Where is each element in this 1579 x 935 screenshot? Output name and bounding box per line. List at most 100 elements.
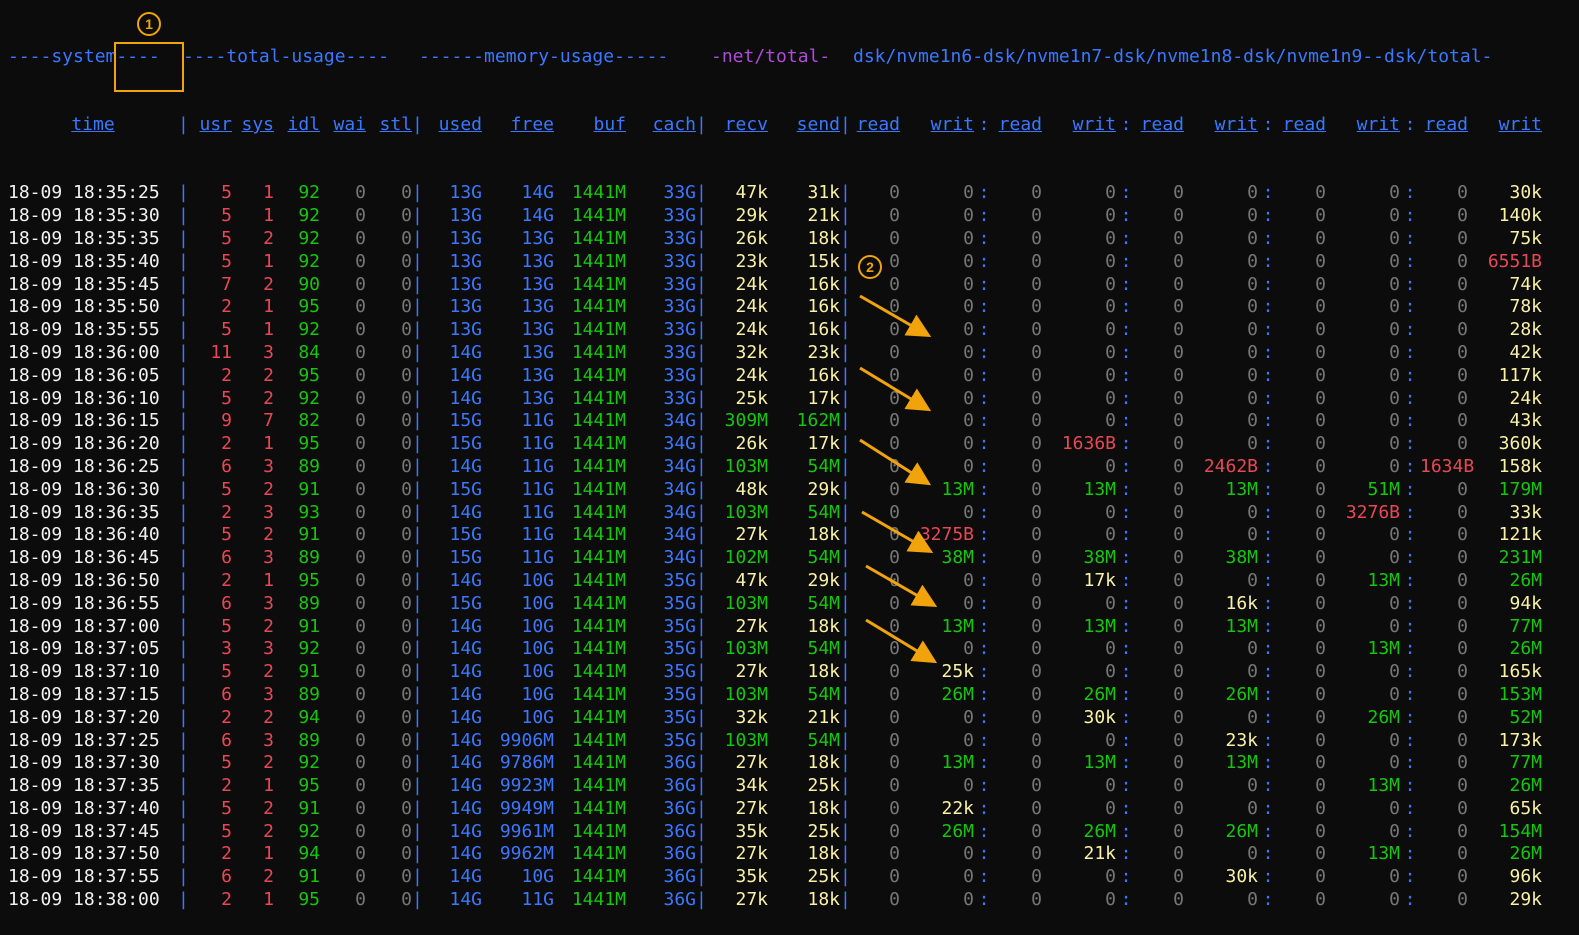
- table-row: 18-09 18:37:40 | 5 2 91 0 0 | 14G 9949M 1441M 36G | 2…: [8, 798, 1542, 821]
- disk-writ-cell: 0: [1389, 797, 1400, 819]
- disk-read-cell: 0: [889, 820, 900, 842]
- disk-read-cell: 0: [1315, 843, 1326, 865]
- column-divider: :: [1404, 866, 1416, 888]
- idl-cell: 95: [298, 775, 320, 797]
- disk-read-cell: 0: [1315, 866, 1326, 888]
- disk-writ-cell: 0: [1247, 797, 1258, 819]
- usr-cell: 2: [221, 843, 232, 865]
- used-cell: 14G: [449, 797, 482, 819]
- column-divider: |: [696, 889, 707, 911]
- column-divider: :: [1262, 866, 1274, 888]
- cach-cell: 36G: [663, 775, 696, 797]
- recv-cell: 27k: [735, 843, 768, 865]
- disk-writ-cell: 65k: [1509, 797, 1542, 819]
- disk-writ-cell: 13M: [1367, 775, 1400, 797]
- recv-cell: 27k: [735, 889, 768, 911]
- disk-writ-cell: 30k: [1225, 866, 1258, 888]
- annotation-arrow: [859, 366, 932, 412]
- wai-cell: 0: [355, 797, 366, 819]
- column-divider: |: [412, 889, 423, 911]
- sys-cell: 1: [263, 843, 274, 865]
- column-divider: |: [412, 775, 423, 797]
- column-divider: :: [1120, 843, 1132, 865]
- buf-cell: 1441M: [571, 797, 626, 819]
- disk-read-cell: 0: [1457, 889, 1468, 911]
- buf-cell: 1441M: [571, 775, 626, 797]
- disk-writ-cell: 0: [1247, 889, 1258, 911]
- timestamp-cell: 18-09 18:37:50: [8, 843, 160, 865]
- disk-read-cell: 0: [889, 866, 900, 888]
- send-cell: 18k: [807, 797, 840, 819]
- free-cell: 9923M: [499, 775, 554, 797]
- column-divider: :: [1404, 775, 1416, 797]
- disk-writ-cell: 26M: [1509, 775, 1542, 797]
- recv-cell: 34k: [735, 775, 768, 797]
- timestamp-cell: 18-09 18:37:55: [8, 866, 160, 888]
- sys-cell: 2: [263, 820, 274, 842]
- disk-writ-cell: 22k: [941, 797, 974, 819]
- recv-cell: 35k: [735, 866, 768, 888]
- disk-read-cell: 0: [1031, 889, 1042, 911]
- timestamp-cell: 18-09 18:37:40: [8, 797, 160, 819]
- disk-read-cell: 0: [1315, 820, 1326, 842]
- annotation-arrow: [865, 618, 938, 664]
- used-cell: 14G: [449, 889, 482, 911]
- timestamp-cell: 18-09 18:37:35: [8, 775, 160, 797]
- disk-writ-cell: 0: [963, 843, 974, 865]
- disk-writ-cell: 26M: [1225, 820, 1258, 842]
- sys-cell: 1: [263, 775, 274, 797]
- disk-read-cell: 0: [1173, 843, 1184, 865]
- column-divider: :: [1404, 889, 1416, 911]
- column-divider: |: [178, 820, 189, 842]
- disk-read-cell: 0: [1457, 797, 1468, 819]
- free-cell: 9949M: [499, 797, 554, 819]
- column-divider: |: [840, 843, 851, 865]
- cach-cell: 36G: [663, 797, 696, 819]
- disk-read-cell: 0: [1315, 889, 1326, 911]
- stl-cell: 0: [401, 889, 412, 911]
- column-divider: :: [978, 866, 990, 888]
- cach-cell: 36G: [663, 889, 696, 911]
- disk-writ-cell: 13M: [1367, 843, 1400, 865]
- annotation-arrow: [859, 438, 932, 486]
- column-divider: |: [696, 866, 707, 888]
- column-divider: :: [1120, 797, 1132, 819]
- stl-cell: 0: [401, 843, 412, 865]
- wai-cell: 0: [355, 820, 366, 842]
- column-divider: |: [178, 775, 189, 797]
- disk-read-cell: 0: [1173, 797, 1184, 819]
- disk-read-cell: 0: [1457, 866, 1468, 888]
- used-cell: 14G: [449, 820, 482, 842]
- stl-cell: 0: [401, 866, 412, 888]
- send-cell: 25k: [807, 775, 840, 797]
- used-cell: 14G: [449, 866, 482, 888]
- disk-writ-cell: 0: [1247, 843, 1258, 865]
- disk-writ-cell: 0: [963, 889, 974, 911]
- disk-writ-cell: 0: [1389, 866, 1400, 888]
- column-divider: :: [1262, 775, 1274, 797]
- sys-cell: 2: [263, 866, 274, 888]
- column-divider: :: [978, 775, 990, 797]
- column-divider: :: [1404, 843, 1416, 865]
- disk-read-cell: 0: [1031, 797, 1042, 819]
- disk-read-cell: 0: [1173, 866, 1184, 888]
- annotation-arrows: [859, 294, 938, 664]
- disk-read-cell: 0: [889, 775, 900, 797]
- cach-cell: 36G: [663, 820, 696, 842]
- idl-cell: 92: [298, 820, 320, 842]
- disk-read-cell: 0: [1457, 843, 1468, 865]
- free-cell: 9961M: [499, 820, 554, 842]
- idl-cell: 91: [298, 797, 320, 819]
- buf-cell: 1441M: [571, 866, 626, 888]
- wai-cell: 0: [355, 889, 366, 911]
- wai-cell: 0: [355, 843, 366, 865]
- column-divider: |: [696, 843, 707, 865]
- column-divider: :: [1120, 820, 1132, 842]
- wai-cell: 0: [355, 866, 366, 888]
- column-divider: :: [1120, 775, 1132, 797]
- disk-read-cell: 0: [889, 797, 900, 819]
- cach-cell: 36G: [663, 866, 696, 888]
- disk-read-cell: 0: [1173, 889, 1184, 911]
- disk-read-cell: 0: [889, 843, 900, 865]
- disk-writ-cell: 0: [963, 775, 974, 797]
